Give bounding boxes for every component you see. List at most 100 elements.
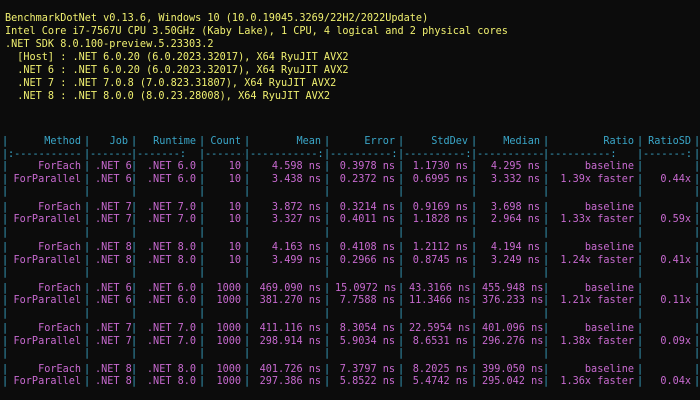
- table-row-border: |: [131, 214, 138, 225]
- table-row-border: |: [199, 323, 206, 334]
- table-row-border: |: [244, 295, 251, 306]
- table-row-border: |: [324, 254, 331, 266]
- header-line-sdk: .NET SDK 8.0.100-preview.5.23303.2: [5, 39, 214, 50]
- table-row-border: |: [84, 214, 91, 225]
- table-row-border: |: [244, 201, 251, 213]
- table-cell: 1.1828 ns: [412, 214, 468, 225]
- blank-row-border: |: [694, 186, 700, 197]
- blank-row-border: |: [637, 186, 644, 197]
- table-cell: .NET 6.0: [146, 282, 196, 294]
- table-row-border: |: [694, 242, 700, 253]
- table-row-border: |: [84, 242, 91, 253]
- table-row-border: |: [471, 254, 478, 266]
- table-cell: .NET 6: [95, 295, 132, 306]
- blank-row-border: |: [398, 348, 405, 359]
- table-row-border: |: [2, 201, 9, 213]
- table-row-border: |: [471, 376, 478, 387]
- table-row-border: |: [324, 214, 331, 225]
- blank-row-border: |: [131, 267, 138, 278]
- table-cell: .NET 7: [95, 201, 132, 213]
- separator-cell: -------:: [205, 149, 244, 160]
- separator-cell: -------:: [643, 149, 693, 160]
- table-row-border: |: [2, 173, 9, 185]
- table-cell: 4.163 ns: [271, 242, 321, 253]
- table-row-border: |: [244, 363, 251, 375]
- blank-row-border: |: [637, 307, 644, 319]
- table-row-border: |: [2, 161, 9, 172]
- table-row-border: |: [244, 161, 251, 172]
- table-cell: 469.090 ns: [259, 282, 321, 294]
- blank-row-border: |: [84, 307, 91, 319]
- table-cell: 4.194 ns: [490, 242, 540, 253]
- table-row-border: |: [199, 254, 206, 266]
- blank-row-border: |: [84, 226, 91, 238]
- table-row-border: |: [694, 363, 700, 375]
- separator-border: |: [694, 149, 700, 160]
- blank-row-border: |: [2, 267, 9, 278]
- table-row-border: |: [694, 161, 700, 172]
- blank-row-border: |: [244, 267, 251, 278]
- table-row-border: |: [543, 201, 550, 213]
- separator-cell: -------:: [137, 149, 187, 160]
- table-row-border: |: [471, 282, 478, 294]
- table-row-border: |: [543, 376, 550, 387]
- table-row-border: |: [543, 335, 550, 347]
- blank-row-border: |: [131, 307, 138, 319]
- table-row-border: |: [398, 201, 405, 213]
- blank-row-border: |: [324, 307, 331, 319]
- blank-row-border: |: [199, 226, 206, 238]
- table-row-border: |: [471, 242, 478, 253]
- table-row-border: |: [2, 242, 9, 253]
- table-cell: 10: [228, 254, 241, 266]
- table-cell: 0.2966 ns: [339, 254, 395, 266]
- table-row-border: |: [244, 376, 251, 387]
- blank-row-border: |: [398, 226, 405, 238]
- table-cell: 5.4742 ns: [412, 376, 468, 387]
- table-cell: 3.332 ns: [490, 173, 540, 185]
- table-cell: .NET 8.0: [146, 254, 196, 266]
- table-cell: 0.4108 ns: [339, 242, 395, 253]
- header-line-net8: .NET 8 : .NET 8.0.0 (8.0.23.28008), X64 …: [5, 91, 331, 102]
- header-border: |: [2, 136, 9, 147]
- blank-row-border: |: [244, 307, 251, 319]
- blank-row-border: |: [543, 348, 550, 359]
- table-cell: 1.21x faster: [560, 295, 634, 306]
- table-cell: 8.6531 ns: [412, 335, 468, 347]
- table-row-border: |: [637, 363, 644, 375]
- table-cell: .NET 8.0: [146, 376, 196, 387]
- table-row-border: |: [131, 201, 138, 213]
- table-row-border: |: [543, 242, 550, 253]
- table-row-border: |: [199, 295, 206, 306]
- table-cell: 0.3214 ns: [339, 201, 395, 213]
- table-cell: 5.9034 ns: [339, 335, 395, 347]
- table-cell: .NET 6.0: [146, 161, 196, 172]
- table-row-border: |: [637, 323, 644, 334]
- table-cell: baseline: [584, 161, 634, 172]
- table-cell: ForParallel: [13, 254, 81, 266]
- table-cell: 0.8745 ns: [412, 254, 468, 266]
- table-row-border: |: [324, 201, 331, 213]
- table-row-border: |: [2, 282, 9, 294]
- table-cell: 298.914 ns: [259, 335, 321, 347]
- table-cell: ForEach: [38, 201, 81, 213]
- table-row-border: |: [199, 173, 206, 185]
- table-cell: 0.09x: [660, 335, 691, 347]
- table-cell: .NET 6: [95, 282, 132, 294]
- table-row-border: |: [694, 173, 700, 185]
- table-row-border: |: [694, 282, 700, 294]
- table-row-border: |: [637, 335, 644, 347]
- table-cell: 1.39x faster: [560, 173, 634, 185]
- table-cell: 7.7588 ns: [339, 295, 395, 306]
- header-border: |: [199, 136, 206, 147]
- table-row-border: |: [543, 323, 550, 334]
- table-cell: 1.24x faster: [560, 254, 634, 266]
- table-row-border: |: [84, 254, 91, 266]
- table-row-border: |: [471, 161, 478, 172]
- table-cell: 1.1730 ns: [412, 161, 468, 172]
- table-row-border: |: [694, 323, 700, 334]
- table-row-border: |: [471, 363, 478, 375]
- table-row-border: |: [324, 173, 331, 185]
- table-row-border: |: [694, 214, 700, 225]
- column-header: Runtime: [153, 136, 196, 147]
- header-line-version: BenchmarkDotNet v0.13.6, Windows 10 (10.…: [5, 13, 429, 24]
